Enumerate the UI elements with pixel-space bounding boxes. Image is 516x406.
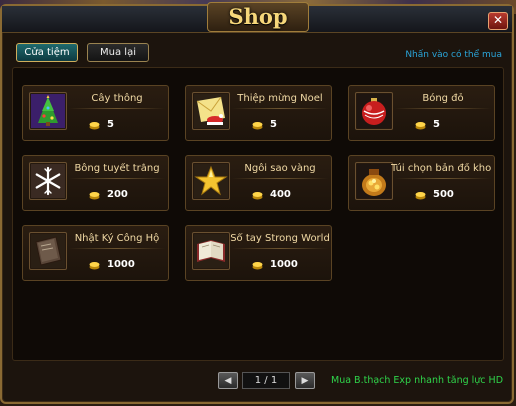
gold-coin-icon xyxy=(252,192,263,200)
item-grid: Cây thông 5 Thiệp mừng Noel 5 Bóng đỏ 5 … xyxy=(12,67,504,361)
item-price: 5 xyxy=(270,119,277,130)
item-price: 500 xyxy=(433,189,454,200)
item-card[interactable]: Nhật Ký Công Hộ 1000 xyxy=(22,225,169,281)
gold-coin-icon xyxy=(89,122,100,130)
red-ornament-icon xyxy=(355,92,393,130)
name-divider xyxy=(232,178,328,179)
title-bar: Shop ✕ xyxy=(2,2,512,33)
item-name: Bông tuyết trắng xyxy=(74,163,160,174)
name-divider xyxy=(395,178,491,179)
close-button[interactable]: ✕ xyxy=(488,12,508,30)
item-card[interactable]: Túi chọn bản đồ kho báu 500 xyxy=(348,155,495,211)
treasure-bag-icon xyxy=(355,162,393,200)
gold-coin-icon xyxy=(415,122,426,130)
item-price: 5 xyxy=(433,119,440,130)
promo-link[interactable]: Mua B.thạch Exp nhanh tăng lực HD xyxy=(331,375,503,386)
diary-icon xyxy=(29,232,67,270)
item-card[interactable]: Ngôi sao vàng 400 xyxy=(185,155,332,211)
item-price: 400 xyxy=(270,189,291,200)
gold-coin-icon xyxy=(252,122,263,130)
item-card[interactable]: Sổ tay Strong World 1000 xyxy=(185,225,332,281)
item-price: 1000 xyxy=(270,259,298,270)
item-name: Cây thông xyxy=(91,93,143,104)
item-price: 1000 xyxy=(107,259,135,270)
page-indicator: 1 / 1 xyxy=(242,372,290,389)
gold-coin-icon xyxy=(89,262,100,270)
item-name: Túi chọn bản đồ kho báu xyxy=(391,163,495,174)
item-card[interactable]: Bóng đỏ 5 xyxy=(348,85,495,141)
name-divider xyxy=(232,248,328,249)
item-name: Sổ tay Strong World xyxy=(230,233,330,244)
item-name: Nhật Ký Công Hộ xyxy=(74,233,160,244)
tab-buyback[interactable]: Mua lại xyxy=(87,43,149,62)
title-plate: Shop xyxy=(207,2,309,32)
name-divider xyxy=(395,108,491,109)
window-title: Shop xyxy=(228,4,288,29)
name-divider xyxy=(69,178,165,179)
name-divider xyxy=(232,108,328,109)
item-name: Ngôi sao vàng xyxy=(244,163,316,174)
gold-coin-icon xyxy=(89,192,100,200)
greeting-card-icon xyxy=(192,92,230,130)
notebook-icon xyxy=(192,232,230,270)
item-card[interactable]: Cây thông 5 xyxy=(22,85,169,141)
name-divider xyxy=(69,108,165,109)
gold-star-icon xyxy=(192,162,230,200)
gold-coin-icon xyxy=(415,192,426,200)
snowflake-icon xyxy=(29,162,67,200)
item-price: 5 xyxy=(107,119,114,130)
gold-coin-icon xyxy=(252,262,263,270)
item-name: Thiệp mừng Noel xyxy=(237,93,323,104)
shop-window: Shop ✕ Cửa tiệm Mua lại Nhấn vào có thể … xyxy=(0,2,514,404)
item-card[interactable]: Bông tuyết trắng 200 xyxy=(22,155,169,211)
item-price: 200 xyxy=(107,189,128,200)
tab-shop[interactable]: Cửa tiệm xyxy=(16,43,78,62)
prev-page-button[interactable]: ◀ xyxy=(218,372,238,389)
item-name: Bóng đỏ xyxy=(422,93,464,104)
next-page-button[interactable]: ▶ xyxy=(295,372,315,389)
name-divider xyxy=(69,248,165,249)
item-card[interactable]: Thiệp mừng Noel 5 xyxy=(185,85,332,141)
buy-hint: Nhấn vào có thể mua xyxy=(405,50,502,60)
christmas-tree-icon xyxy=(29,92,67,130)
